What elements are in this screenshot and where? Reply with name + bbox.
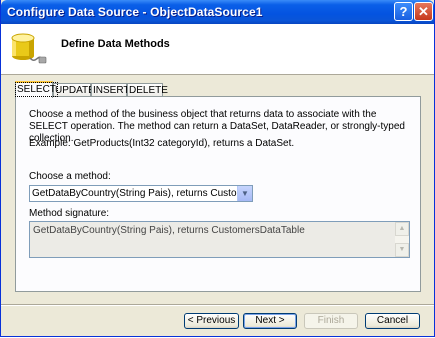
scroll-down-icon[interactable]: ▼ [395,243,409,257]
footer-divider [1,304,434,306]
window-title: Configure Data Source - ObjectDataSource… [7,5,263,19]
page-title: Define Data Methods [61,38,170,50]
chevron-down-icon[interactable]: ▼ [237,186,252,201]
method-signature-label: Method signature: [29,208,109,219]
choose-method-label: Choose a method: [29,171,111,182]
configure-data-source-dialog: Configure Data Source - ObjectDataSource… [0,0,435,337]
database-icon [11,33,47,64]
method-example: Example: GetProducts(Int32 categoryId), … [29,138,295,149]
tab-delete[interactable]: DELETE [127,83,168,97]
method-signature-label-text: Method signature: [29,208,110,219]
signature-scrollbar[interactable]: ▲ ▼ [395,222,409,257]
wizard-header: Define Data Methods [1,24,434,75]
method-dropdown[interactable]: GetDataByCountry(String Pais), returns C… [29,185,253,202]
method-signature-box[interactable]: GetDataByCountry(String Pais), returns C… [29,221,410,258]
previous-button[interactable]: < Previous [184,313,239,329]
tab-select-label: SELECT [15,82,58,97]
title-bar[interactable]: Configure Data Source - ObjectDataSource… [1,0,434,24]
next-button[interactable]: Next > [243,313,297,329]
choose-method-label-text: Choose a method: [29,171,111,182]
finish-button[interactable]: Finish [304,313,358,329]
cancel-button[interactable]: Cancel [365,313,420,329]
select-tab-panel: Choose a method of the business object t… [15,96,421,292]
scroll-up-icon[interactable]: ▲ [395,222,409,236]
tab-update[interactable]: UPDATE [53,83,95,97]
method-signature-value: GetDataByCountry(String Pais), returns C… [33,225,305,236]
close-button[interactable]: ✕ [414,2,433,21]
tab-select[interactable]: SELECT [15,81,58,98]
tab-insert[interactable]: INSERT [91,83,130,97]
method-dropdown-value: GetDataByCountry(String Pais), returns C… [32,188,237,199]
help-button[interactable]: ? [394,2,413,21]
